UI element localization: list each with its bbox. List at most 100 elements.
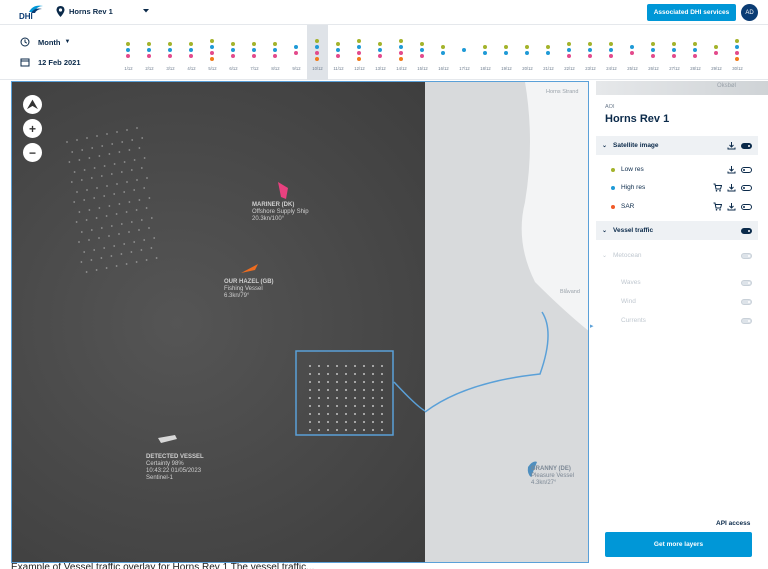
timeline-day[interactable]: 10/12	[307, 25, 328, 80]
low-res-toggle[interactable]	[741, 166, 752, 173]
turbine-marker	[90, 259, 93, 261]
turbine-marker	[345, 405, 347, 407]
timeline-day[interactable]: 22/12	[559, 25, 580, 80]
timeline-day[interactable]: 13/12	[370, 25, 391, 80]
timeline-day[interactable]: 12/12	[349, 25, 370, 80]
turbine-marker	[318, 397, 320, 399]
availability-dot	[651, 48, 655, 52]
timeline-day[interactable]: 2/12	[139, 25, 160, 80]
date-selector[interactable]: 12 Feb 2021	[20, 57, 81, 67]
download-icon[interactable]	[727, 183, 736, 192]
timeline-day[interactable]: 4/12	[181, 25, 202, 80]
timeline-day[interactable]: 18/12	[475, 25, 496, 80]
availability-dot	[210, 39, 214, 43]
turbine-marker	[125, 263, 128, 265]
layer-row-low-res[interactable]: Low res	[596, 160, 758, 179]
turbine-marker	[372, 421, 374, 423]
associated-services-button[interactable]: Associated DHI services	[647, 4, 736, 21]
timeline-day[interactable]: 8/12	[265, 25, 286, 80]
timeline-day[interactable]: 6/12	[223, 25, 244, 80]
turbine-marker	[93, 249, 96, 251]
timeline-day[interactable]: 20/12	[517, 25, 538, 80]
availability-dot	[315, 51, 319, 55]
turbine-marker	[381, 405, 383, 407]
turbine-marker	[381, 413, 383, 415]
timeline-day[interactable]: 26/12	[643, 25, 664, 80]
timeline-day[interactable]: 27/12	[664, 25, 685, 80]
timeline-day[interactable]: 5/12	[202, 25, 223, 80]
availability-dot	[693, 48, 697, 52]
turbine-marker	[128, 149, 131, 151]
timeline-day[interactable]: 29/12	[706, 25, 727, 80]
download-icon[interactable]	[727, 165, 736, 174]
timeline-day[interactable]: 28/12	[685, 25, 706, 80]
satellite-toggle[interactable]	[741, 142, 752, 149]
turbine-marker	[78, 159, 81, 161]
timeline-day[interactable]: 24/12	[601, 25, 622, 80]
timeline-day[interactable]: 25/12	[622, 25, 643, 80]
availability-dot	[294, 45, 298, 49]
availability-dot	[378, 54, 382, 58]
timeline-day[interactable]: 19/12	[496, 25, 517, 80]
turbine-marker	[309, 421, 311, 423]
timeline-day[interactable]: 3/12	[160, 25, 181, 80]
turbine-marker	[372, 397, 374, 399]
availability-dot	[399, 51, 403, 55]
turbine-marker	[100, 257, 103, 259]
vessel-detected-icon[interactable]	[158, 435, 177, 443]
zoom-out-button[interactable]: −	[23, 143, 42, 162]
timeline-day[interactable]: 9/12	[286, 25, 307, 80]
cart-icon[interactable]	[713, 183, 722, 192]
layer-row-sar[interactable]: SAR	[596, 197, 758, 216]
availability-dot	[126, 54, 130, 58]
sar-toggle[interactable]	[741, 203, 752, 210]
turbine-marker	[133, 241, 136, 243]
turbine-marker	[81, 149, 84, 151]
timeline-day[interactable]: 17/12	[454, 25, 475, 80]
vessel-traffic-toggle[interactable]	[741, 227, 752, 234]
vessel-type: Fishing Vessel	[224, 286, 263, 292]
timeline-day[interactable]: 23/12	[580, 25, 601, 80]
day-label: 28/12	[690, 66, 701, 71]
timeline-day[interactable]: 14/12	[391, 25, 412, 80]
vessel-mariner-icon[interactable]	[278, 182, 288, 199]
get-more-layers-button[interactable]: Get more layers	[605, 532, 752, 557]
panel-collapse-handle[interactable]: ▸	[590, 322, 594, 330]
timeline-day[interactable]: 15/12	[412, 25, 433, 80]
dhi-logo[interactable]: DHI	[17, 2, 47, 22]
north-button[interactable]: ⮝	[23, 95, 42, 114]
period-selector[interactable]: Month ▼	[20, 37, 70, 47]
high-res-toggle[interactable]	[741, 184, 752, 191]
wind-toggle	[741, 298, 752, 305]
aoi-title: Horns Rev 1	[605, 113, 670, 125]
turbine-marker	[98, 207, 101, 209]
day-label: 30/12	[732, 66, 743, 71]
avatar[interactable]: AD	[741, 4, 758, 21]
turbine-marker	[110, 173, 113, 175]
vessel-section-header[interactable]: ⌄ Vessel traffic	[596, 221, 758, 240]
timeline-day[interactable]: 7/12	[244, 25, 265, 80]
site-selector[interactable]: Horns Rev 1	[56, 6, 113, 17]
timeline-day[interactable]: 30/12	[727, 25, 748, 80]
satellite-section-header[interactable]: ⌄ Satellite image	[596, 136, 758, 155]
zoom-in-button[interactable]: +	[23, 119, 42, 138]
cart-icon[interactable]	[713, 202, 722, 211]
download-icon[interactable]	[727, 141, 736, 150]
map-view[interactable]: Horns Strand Blåvand ⮝ + − MARINER (DK) …	[11, 81, 589, 563]
turbine-marker	[118, 203, 121, 205]
vessel-ourhazel-icon[interactable]	[241, 264, 258, 273]
timeline-day[interactable]: 16/12	[433, 25, 454, 80]
turbine-marker	[381, 397, 383, 399]
timeline-day[interactable]: 11/12	[328, 25, 349, 80]
timeline-day[interactable]: 21/12	[538, 25, 559, 80]
day-label: 7/12	[250, 66, 259, 71]
download-icon[interactable]	[727, 202, 736, 211]
turbine-marker	[108, 235, 110, 237]
turbine-marker	[110, 255, 113, 257]
api-access-link[interactable]: API access	[716, 520, 750, 527]
timeline-day[interactable]: 1/12	[118, 25, 139, 80]
chevron-down-icon[interactable]	[142, 8, 150, 14]
location-pin-icon	[56, 6, 65, 17]
layer-row-high-res[interactable]: High res	[596, 178, 758, 197]
layer-row-currents: Currents	[596, 311, 758, 330]
